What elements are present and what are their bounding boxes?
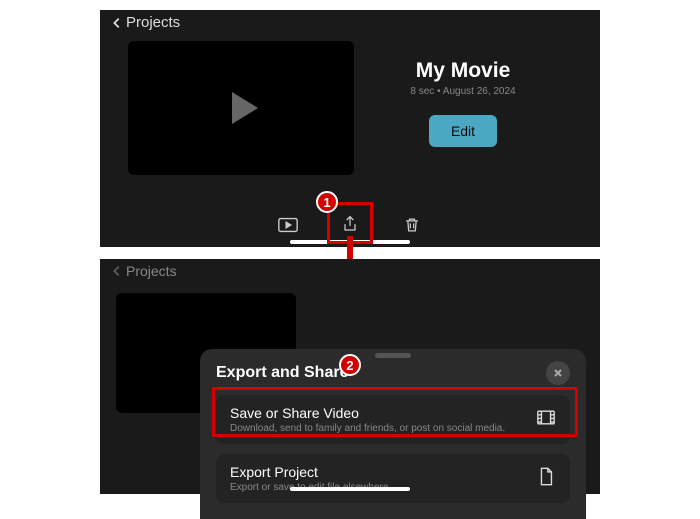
- film-icon: [536, 407, 556, 432]
- nav-header: Projects: [100, 10, 600, 35]
- export-sheet-screen: Projects Export and Share Save or Share …: [100, 259, 600, 494]
- back-label-dim: Projects: [126, 263, 177, 279]
- play-rect-icon: [277, 215, 299, 235]
- project-info: My Movie 8 sec • August 26, 2024 Edit: [354, 41, 572, 175]
- option-title: Save or Share Video: [230, 405, 524, 421]
- document-icon: [536, 466, 556, 491]
- chevron-left-icon: [110, 264, 124, 278]
- chevron-left-icon: [110, 16, 124, 30]
- annotation-badge-1: 1: [316, 191, 338, 213]
- annotation-badge-2: 2: [339, 354, 361, 376]
- back-button[interactable]: Projects: [110, 14, 180, 31]
- trash-icon: [401, 215, 423, 235]
- back-button-dim[interactable]: Projects: [110, 263, 177, 279]
- home-indicator[interactable]: [290, 487, 410, 491]
- play-icon: [232, 92, 258, 124]
- nav-header-dim: Projects: [100, 259, 600, 283]
- back-label: Projects: [126, 14, 180, 31]
- close-icon: [552, 367, 564, 379]
- save-share-video-option[interactable]: Save or Share Video Download, send to fa…: [216, 395, 570, 444]
- close-button[interactable]: [546, 361, 570, 385]
- play-fullscreen-button[interactable]: [269, 211, 307, 239]
- edit-button[interactable]: Edit: [429, 115, 497, 147]
- sheet-grabber[interactable]: [375, 353, 411, 358]
- project-thumbnail[interactable]: [128, 41, 354, 175]
- option-title: Export Project: [230, 464, 524, 480]
- project-meta: 8 sec • August 26, 2024: [410, 86, 515, 97]
- sheet-title: Export and Share: [216, 364, 348, 382]
- project-title: My Movie: [416, 59, 511, 83]
- export-project-option[interactable]: Export Project Export or save to edit fi…: [216, 454, 570, 503]
- delete-button[interactable]: [393, 211, 431, 239]
- option-subtitle: Download, send to family and friends, or…: [230, 423, 524, 434]
- export-share-sheet: Export and Share Save or Share Video Dow…: [200, 349, 586, 519]
